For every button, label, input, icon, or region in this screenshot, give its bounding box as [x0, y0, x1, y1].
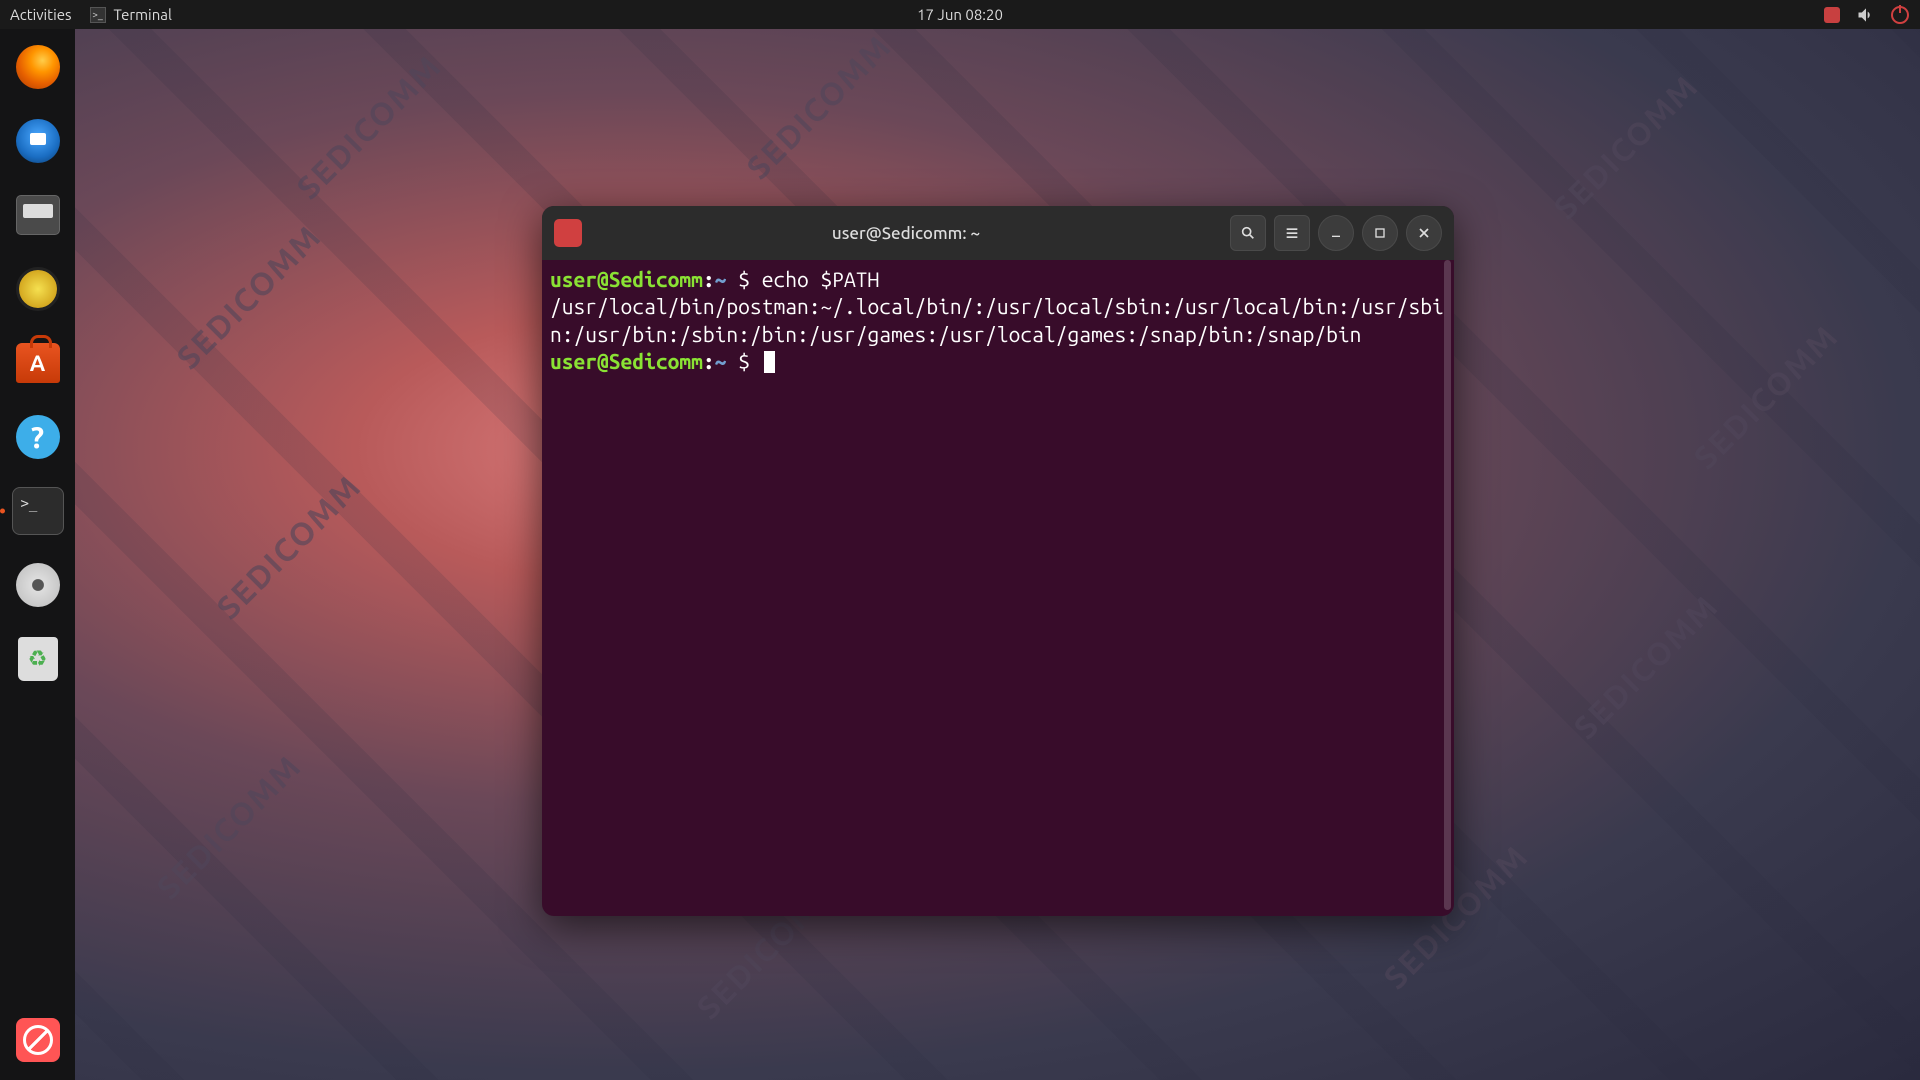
- activities-button[interactable]: Activities: [10, 6, 72, 23]
- help-icon: ?: [16, 415, 60, 459]
- dock-firefox[interactable]: [12, 41, 64, 93]
- close-button[interactable]: [1406, 215, 1442, 251]
- gnome-topbar: Activities >_ Terminal 17 Jun 08:20: [0, 0, 1920, 29]
- dock-files[interactable]: [12, 189, 64, 241]
- command-output: /usr/local/bin/postman:~/.local/bin/:/us…: [550, 294, 1444, 345]
- prompt-user-2: user@Sedicomm: [550, 349, 703, 373]
- power-icon[interactable]: [1890, 5, 1910, 25]
- dock-terminal[interactable]: [12, 485, 64, 537]
- prompt-path-2: ~: [715, 349, 727, 373]
- software-center-icon: [16, 343, 60, 383]
- terminal-small-icon: >_: [90, 7, 106, 23]
- terminal-icon: [12, 487, 64, 535]
- dock-thunderbird[interactable]: [12, 115, 64, 167]
- screen-record-indicator[interactable]: [1822, 5, 1842, 25]
- ubuntu-dock: ?: [0, 29, 75, 1080]
- terminal-scrollbar[interactable]: [1444, 260, 1451, 910]
- prompt-colon-2: :: [703, 349, 715, 373]
- prompt-path: ~: [715, 267, 727, 291]
- terminal-content[interactable]: user@Sedicomm:~ $ echo $PATH /usr/local/…: [542, 260, 1454, 916]
- prompt-dollar: $: [738, 267, 750, 291]
- search-button[interactable]: [1230, 215, 1266, 251]
- dock-trash[interactable]: [12, 633, 64, 685]
- active-app-name: Terminal: [114, 6, 172, 23]
- thunderbird-icon: [16, 119, 60, 163]
- minimize-button[interactable]: [1318, 215, 1354, 251]
- terminal-window-icon: [554, 219, 582, 247]
- terminal-cursor: [764, 351, 775, 373]
- prompt-dollar-2: $: [738, 349, 750, 373]
- dock-software[interactable]: [12, 337, 64, 389]
- dock-blocked-app[interactable]: [12, 1014, 64, 1066]
- dock-rhythmbox[interactable]: [12, 263, 64, 315]
- dock-disc[interactable]: [12, 559, 64, 611]
- blocked-icon: [16, 1018, 60, 1062]
- dock-help[interactable]: ?: [12, 411, 64, 463]
- disc-icon: [16, 563, 60, 607]
- prompt-user: user@Sedicomm: [550, 267, 703, 291]
- firefox-icon: [16, 45, 60, 89]
- trash-icon: [18, 637, 58, 681]
- terminal-title: user@Sedicomm: ~: [590, 224, 1222, 243]
- clock[interactable]: 17 Jun 08:20: [917, 6, 1003, 23]
- active-app-menu[interactable]: >_ Terminal: [90, 6, 172, 23]
- command-text: echo $PATH: [762, 267, 880, 291]
- files-icon: [16, 195, 60, 235]
- terminal-titlebar[interactable]: user@Sedicomm: ~: [542, 206, 1454, 260]
- maximize-button[interactable]: [1362, 215, 1398, 251]
- rhythmbox-icon: [16, 267, 60, 311]
- hamburger-menu-button[interactable]: [1274, 215, 1310, 251]
- terminal-window: user@Sedicomm: ~ user@Sedicomm:~ $ echo …: [542, 206, 1454, 916]
- volume-icon[interactable]: [1856, 5, 1876, 25]
- prompt-colon: :: [703, 267, 715, 291]
